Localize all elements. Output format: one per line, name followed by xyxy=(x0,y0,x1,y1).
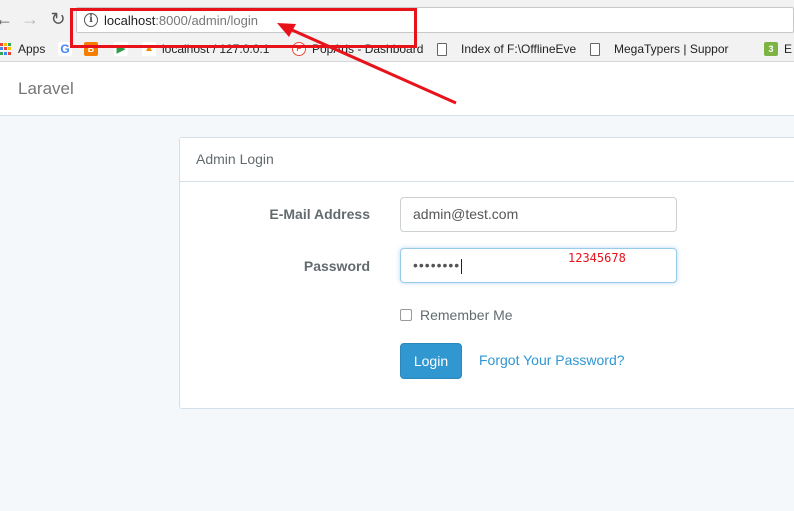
annotation-arrow-line xyxy=(291,28,457,105)
annotation-arrow xyxy=(277,23,457,105)
